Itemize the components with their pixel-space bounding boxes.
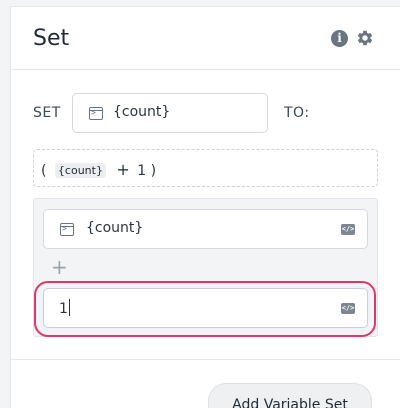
left-edge	[0, 6, 11, 408]
to-label: TO:	[284, 105, 310, 121]
info-icon[interactable]: i	[331, 30, 348, 47]
open-paren: (	[41, 163, 47, 179]
top-edge	[0, 0, 400, 7]
variable-icon	[89, 107, 103, 120]
panel-title: Set	[33, 26, 70, 51]
gear-icon[interactable]	[356, 29, 374, 47]
add-operand-button[interactable]: +	[51, 257, 68, 277]
operand-value: 1	[137, 163, 147, 179]
second-operand-value: 1	[59, 299, 70, 317]
second-operand-input[interactable]: 1 </>	[43, 288, 368, 328]
code-icon[interactable]: </>	[341, 303, 355, 314]
expression-content: ( {count} + 1 )	[41, 160, 156, 179]
first-operand-field[interactable]: {count} </>	[43, 209, 368, 249]
variable-icon	[60, 223, 74, 236]
footer-divider	[11, 359, 400, 360]
set-step-panel: Set i SET {count} TO: ( {count} + 1 ) {c…	[0, 0, 400, 408]
text-caret	[68, 299, 70, 316]
expression-preview: ( {count} + 1 )	[33, 149, 378, 187]
plus-operator: +	[116, 160, 130, 179]
close-paren: )	[150, 163, 157, 179]
panel-header: Set i	[11, 7, 400, 70]
variable-chip: {count}	[54, 163, 106, 178]
first-operand-value: {count}	[86, 220, 144, 236]
add-variable-set-button[interactable]: Add Variable Set	[208, 383, 372, 408]
code-icon[interactable]: </>	[341, 224, 355, 235]
variable-select-value: {count}	[113, 104, 171, 120]
set-label: SET	[33, 105, 61, 121]
variable-select[interactable]: {count}	[72, 93, 268, 133]
